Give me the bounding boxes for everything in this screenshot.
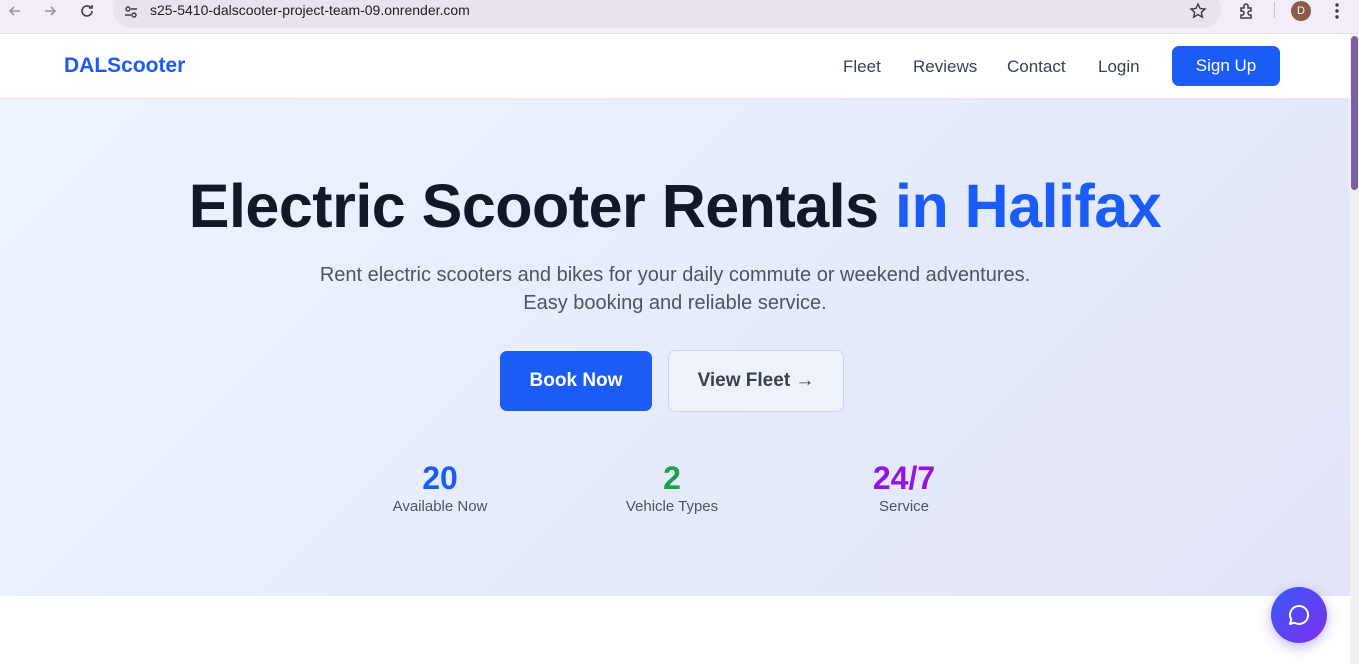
page-scrollbar[interactable] — [1350, 34, 1359, 664]
signup-button[interactable]: Sign Up — [1172, 46, 1280, 86]
bookmark-star-icon[interactable] — [1189, 2, 1207, 20]
scrollbar-thumb[interactable] — [1351, 36, 1358, 190]
nav-link-login[interactable]: Login — [1098, 57, 1140, 77]
stat-value: 24/7 — [872, 460, 936, 496]
back-icon[interactable] — [4, 0, 26, 22]
browser-toolbar: s25-5410-dalscooter-project-team-09.onre… — [0, 0, 1359, 34]
view-fleet-button[interactable]: View Fleet → — [668, 350, 844, 412]
brand-logo[interactable]: DALScooter — [64, 54, 185, 78]
site-settings-icon[interactable] — [123, 4, 139, 20]
address-bar[interactable]: s25-5410-dalscooter-project-team-09.onre… — [113, 0, 1221, 28]
profile-avatar[interactable]: D — [1291, 1, 1311, 21]
stat-value: 20 — [422, 460, 458, 496]
hero-subtitle-line1: Rent electric scooters and bikes for you… — [319, 264, 1031, 286]
hero-title-accent: in Halifax — [895, 172, 1162, 240]
nav-link-reviews[interactable]: Reviews — [913, 57, 977, 77]
hero-section: Electric Scooter Rentals in Halifax Rent… — [0, 99, 1350, 596]
hero-subtitle: Rent electric scooters and bikes for you… — [0, 261, 1350, 317]
forward-icon[interactable] — [39, 0, 61, 22]
hero-subtitle-line2: Easy booking and reliable service. — [523, 292, 827, 314]
book-now-button[interactable]: Book Now — [500, 351, 652, 411]
toolbar-separator — [1274, 2, 1275, 18]
stat-vehicle-types: 2 Vehicle Types — [592, 459, 752, 515]
stat-service: 24/7 Service — [824, 459, 984, 515]
hero-title-main: Electric Scooter Rentals — [188, 172, 895, 240]
extensions-icon[interactable] — [1237, 1, 1257, 21]
stat-available: 20 Available Now — [360, 459, 520, 515]
hero-title: Electric Scooter Rentals in Halifax — [0, 171, 1350, 241]
url-text[interactable]: s25-5410-dalscooter-project-team-09.onre… — [150, 2, 470, 18]
stat-label: Vehicle Types — [625, 498, 719, 515]
browser-menu-icon[interactable] — [1330, 1, 1344, 21]
chat-button[interactable] — [1271, 587, 1327, 643]
stat-label: Available Now — [392, 498, 488, 515]
reload-icon[interactable] — [76, 0, 98, 22]
nav-link-contact[interactable]: Contact — [1007, 57, 1066, 77]
site-header: DALScooter Fleet Reviews Contact Login S… — [0, 34, 1350, 99]
nav-link-fleet[interactable]: Fleet — [843, 57, 881, 77]
chat-bubble-icon — [1289, 604, 1310, 625]
stat-value: 2 — [663, 460, 681, 496]
stat-label: Service — [878, 498, 930, 515]
